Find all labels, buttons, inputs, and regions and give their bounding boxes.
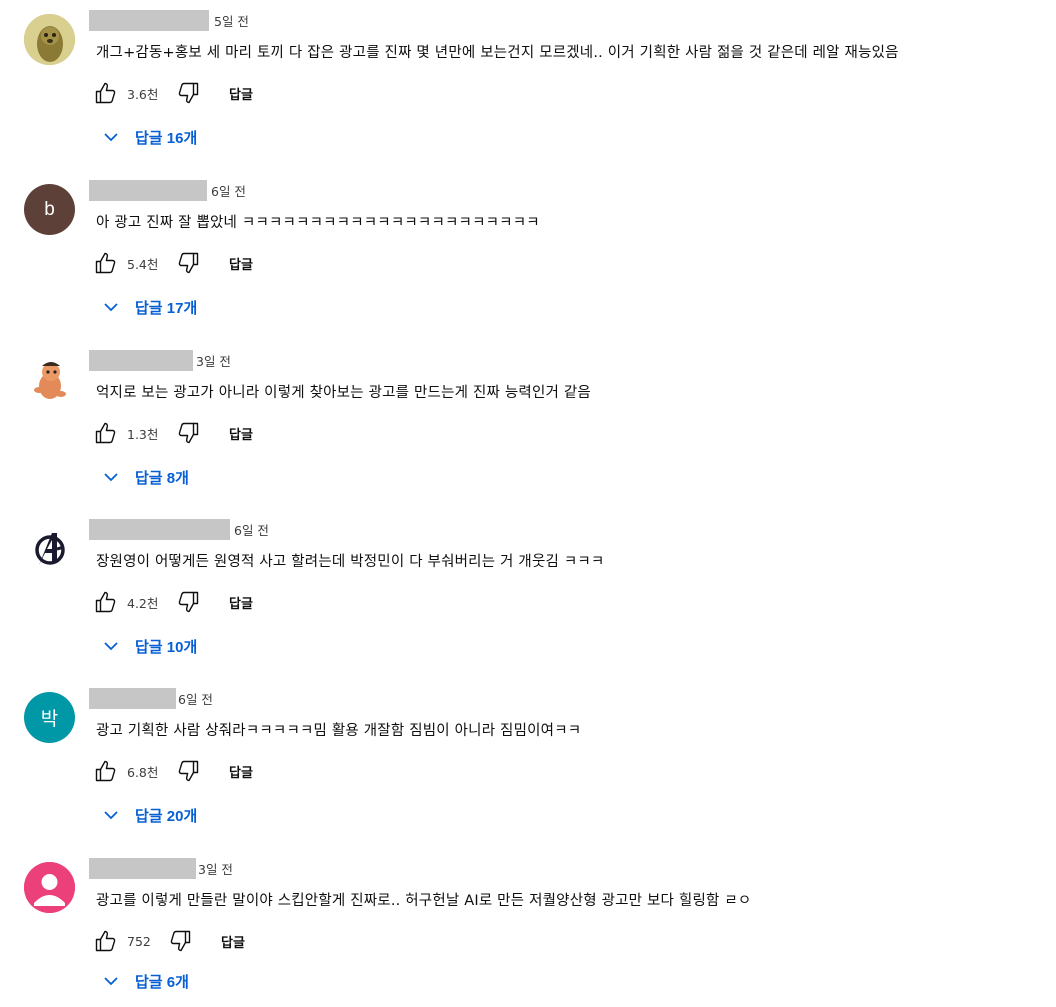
- thumbs-up-icon[interactable]: [93, 420, 119, 446]
- comment-thread: 3일 전 광고를 이렇게 만들란 말이야 스킵안할게 진짜로.. 허구헌날 AI…: [0, 848, 1056, 1007]
- like-count: 6.8천: [127, 764, 159, 780]
- thumbs-down-icon[interactable]: [175, 80, 201, 106]
- author-name-redacted[interactable]: [89, 519, 230, 540]
- thumbs-down-icon[interactable]: [175, 758, 201, 784]
- thumbs-up-icon[interactable]: [93, 758, 119, 784]
- replies-count-label: 답글 20개: [135, 807, 198, 825]
- comment-thread: 6일 전 장원영이 어떻게든 원영적 사고 할려는데 박정민이 다 부숴버리는 …: [0, 509, 1056, 679]
- meerkat-avatar-icon: [24, 14, 75, 65]
- chevron-down-icon: [101, 127, 121, 147]
- default-person-avatar-icon: [24, 862, 75, 913]
- like-count: 752: [127, 933, 151, 949]
- reply-button[interactable]: 답글: [229, 84, 253, 103]
- comment-time[interactable]: 6일 전: [178, 689, 213, 708]
- avatar-letter: b: [44, 198, 55, 220]
- replies-count-label: 답글 17개: [135, 299, 198, 317]
- comment-actions: 1.3천 답글: [93, 420, 253, 446]
- thumbs-up-icon[interactable]: [93, 589, 119, 615]
- chevron-down-icon: [101, 971, 121, 991]
- avatar[interactable]: [24, 14, 75, 65]
- thumbs-up-icon[interactable]: [93, 250, 119, 276]
- comment-text: 아 광고 진짜 잘 뽑았네 ㅋㅋㅋㅋㅋㅋㅋㅋㅋㅋㅋㅋㅋㅋㅋㅋㅋㅋㅋㅋㅋㅋ: [96, 215, 540, 231]
- avatar-letter: 박: [40, 709, 59, 730]
- thumbs-up-icon[interactable]: [93, 80, 119, 106]
- comment-time[interactable]: 6일 전: [234, 520, 269, 539]
- comment-thread: 박 6일 전 광고 기획한 사람 상줘라ㅋㅋㅋㅋㅋ밈 활용 개잘함 짐빔이 아니…: [0, 678, 1056, 848]
- comment-text: 억지로 보는 광고가 아니라 이렇게 찾아보는 광고를 만드는게 진짜 능력인거…: [96, 385, 591, 401]
- replies-count-label: 답글 6개: [135, 973, 189, 991]
- comment-thread: 5일 전 개그+감동+홍보 세 마리 토끼 다 잡은 광고를 진짜 몇 년만에 …: [0, 0, 1056, 170]
- reply-button[interactable]: 답글: [229, 424, 253, 443]
- comment-text: 광고를 이렇게 만들란 말이야 스킵안할게 진짜로.. 허구헌날 AI로 만든 …: [96, 893, 752, 909]
- author-name-redacted[interactable]: [89, 350, 193, 371]
- comment-actions: 5.4천 답글: [93, 250, 253, 276]
- chevron-down-icon: [101, 636, 121, 656]
- comments-section: 5일 전 개그+감동+홍보 세 마리 토끼 다 잡은 광고를 진짜 몇 년만에 …: [0, 0, 1056, 1007]
- comment-thread: b 6일 전 아 광고 진짜 잘 뽑았네 ㅋㅋㅋㅋㅋㅋㅋㅋㅋㅋㅋㅋㅋㅋㅋㅋㅋㅋㅋ…: [0, 170, 1056, 340]
- reply-button[interactable]: 답글: [229, 593, 253, 612]
- reply-button[interactable]: 답글: [229, 762, 253, 781]
- author-name-redacted[interactable]: [89, 688, 176, 709]
- comment-text: 장원영이 어떻게든 원영적 사고 할려는데 박정민이 다 부숴버리는 거 개웃김…: [96, 554, 605, 570]
- author-name-redacted[interactable]: [89, 10, 209, 31]
- replies-count-label: 답글 8개: [135, 469, 189, 487]
- comment-time[interactable]: 5일 전: [214, 11, 249, 30]
- comment-actions: 4.2천 답글: [93, 589, 253, 615]
- avatar[interactable]: [24, 523, 75, 574]
- author-name-redacted[interactable]: [89, 858, 196, 879]
- comment-text: 광고 기획한 사람 상줘라ㅋㅋㅋㅋㅋ밈 활용 개잘함 짐빔이 아니라 짐밈이여ㅋ…: [96, 723, 582, 739]
- avatar[interactable]: 박: [24, 692, 75, 743]
- thumbs-down-icon[interactable]: [175, 250, 201, 276]
- thumbs-down-icon[interactable]: [175, 589, 201, 615]
- cartoon-character-avatar-icon: [24, 354, 75, 405]
- thumbs-up-icon[interactable]: [93, 928, 119, 954]
- view-replies-button[interactable]: 답글 6개: [101, 968, 189, 994]
- like-count: 4.2천: [127, 595, 159, 611]
- comment-actions: 6.8천 답글: [93, 758, 253, 784]
- view-replies-button[interactable]: 답글 8개: [101, 464, 189, 490]
- view-replies-button[interactable]: 답글 10개: [101, 633, 197, 659]
- thumbs-down-icon[interactable]: [175, 420, 201, 446]
- author-name-redacted[interactable]: [89, 180, 207, 201]
- thumbs-down-icon[interactable]: [167, 928, 193, 954]
- reply-button[interactable]: 답글: [229, 254, 253, 273]
- comment-actions: 3.6천 답글: [93, 80, 253, 106]
- comment-text: 개그+감동+홍보 세 마리 토끼 다 잡은 광고를 진짜 몇 년만에 보는건지 …: [96, 45, 899, 61]
- view-replies-button[interactable]: 답글 20개: [101, 802, 197, 828]
- comment-time[interactable]: 3일 전: [198, 859, 233, 878]
- chevron-down-icon: [101, 467, 121, 487]
- avatar[interactable]: [24, 862, 75, 913]
- comment-time[interactable]: 3일 전: [196, 351, 231, 370]
- chevron-down-icon: [101, 297, 121, 317]
- avengers-logo-avatar-icon: [24, 523, 75, 574]
- replies-count-label: 답글 10개: [135, 638, 198, 656]
- comment-thread: 3일 전 억지로 보는 광고가 아니라 이렇게 찾아보는 광고를 만드는게 진짜…: [0, 340, 1056, 510]
- replies-count-label: 답글 16개: [135, 129, 198, 147]
- comment-time[interactable]: 6일 전: [211, 181, 246, 200]
- comment-actions: 752 답글: [93, 928, 245, 954]
- reply-button[interactable]: 답글: [221, 932, 245, 951]
- chevron-down-icon: [101, 805, 121, 825]
- like-count: 5.4천: [127, 256, 159, 272]
- like-count: 1.3천: [127, 426, 159, 442]
- like-count: 3.6천: [127, 86, 159, 102]
- view-replies-button[interactable]: 답글 17개: [101, 294, 197, 320]
- avatar[interactable]: b: [24, 184, 75, 235]
- avatar[interactable]: [24, 354, 75, 405]
- view-replies-button[interactable]: 답글 16개: [101, 124, 197, 150]
